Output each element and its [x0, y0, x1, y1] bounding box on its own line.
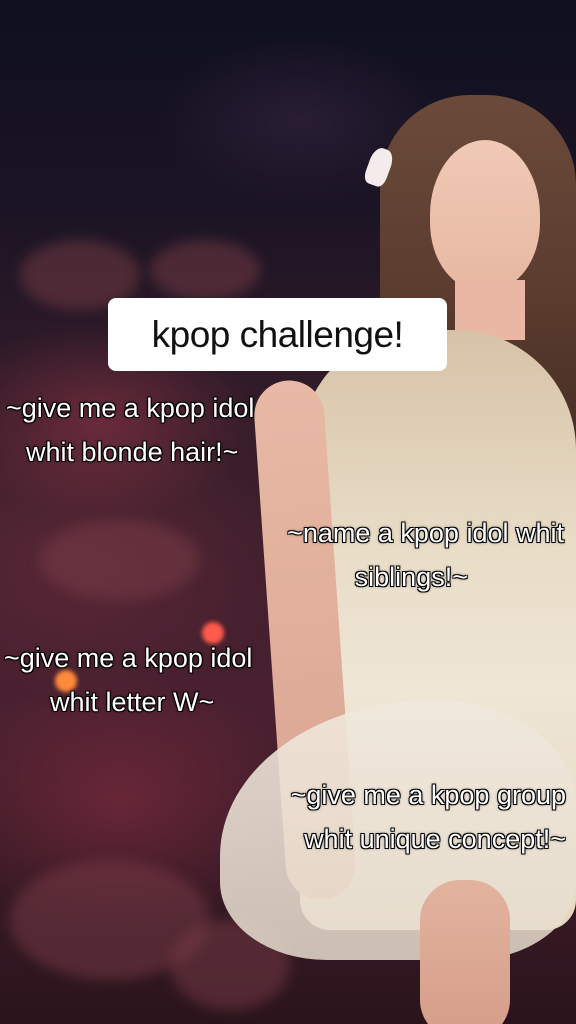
prompt-caption-3: ~give me a kpop idol whit letter W~ — [4, 636, 252, 724]
performer-face — [430, 140, 540, 290]
prompt-1-line-2: whit blonde hair!~ — [26, 437, 239, 467]
prompt-3-line-1: ~give me a kpop idol — [4, 643, 253, 673]
prompt-caption-1: ~give me a kpop idol whit blonde hair!~ — [6, 386, 254, 474]
prompt-2-line-1: ~name a kpop idol whit — [287, 518, 564, 548]
crowd-blob — [40, 520, 200, 600]
prompt-2-line-2: siblings!~ — [354, 562, 468, 592]
video-frame: kpop challenge! ~give me a kpop idol whi… — [0, 0, 576, 1024]
prompt-1-line-1: ~give me a kpop idol — [6, 393, 255, 423]
prompt-3-line-2: whit letter W~ — [50, 687, 215, 717]
prompt-4-line-1: ~give me a kpop group — [290, 780, 566, 810]
prompt-caption-2: ~name a kpop idol whit siblings!~ — [287, 511, 564, 599]
performer-leg — [420, 880, 510, 1024]
prompt-caption-4: ~give me a kpop group whit unique concep… — [291, 773, 566, 861]
title-sticker: kpop challenge! — [108, 298, 447, 371]
prompt-4-line-2: whit unique concept!~ — [304, 824, 566, 854]
crowd-blob — [150, 240, 260, 300]
title-text: kpop challenge! — [151, 313, 404, 355]
